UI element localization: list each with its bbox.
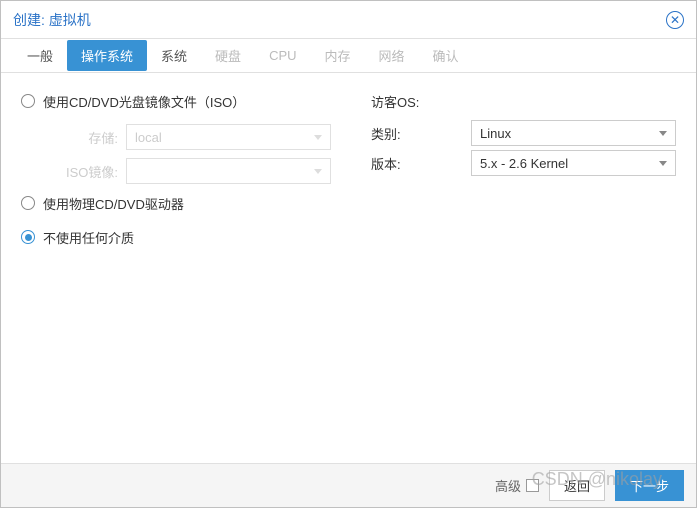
close-icon[interactable]: ✕: [666, 11, 684, 29]
next-button[interactable]: 下一步: [615, 470, 684, 501]
dialog-header: 创建: 虚拟机 ✕: [1, 1, 696, 39]
radio-use-cdrom[interactable]: [21, 196, 35, 210]
chevron-down-icon: [659, 161, 667, 166]
tab-confirm: 确认: [419, 40, 473, 71]
back-button[interactable]: 返回: [549, 470, 605, 501]
radio-use-cdrom-label[interactable]: 使用物理CD/DVD驱动器: [43, 194, 184, 213]
storage-value: local: [135, 130, 162, 145]
dialog-content: 使用CD/DVD光盘镜像文件（ISO） 存储: local ISO镜像: 使用物…: [1, 73, 696, 463]
guest-os-heading: 访客OS:: [371, 89, 676, 113]
advanced-toggle[interactable]: 高级: [495, 476, 539, 495]
storage-select: local: [126, 124, 331, 150]
iso-image-select: [126, 158, 331, 184]
chevron-down-icon: [314, 169, 322, 174]
media-column: 使用CD/DVD光盘镜像文件（ISO） 存储: local ISO镜像: 使用物…: [21, 89, 341, 447]
tab-os[interactable]: 操作系统: [67, 40, 147, 71]
iso-image-label: ISO镜像:: [21, 162, 126, 181]
radio-use-iso-label[interactable]: 使用CD/DVD光盘镜像文件（ISO）: [43, 92, 245, 111]
tab-general[interactable]: 一般: [13, 40, 67, 71]
chevron-down-icon: [314, 135, 322, 140]
tab-disk: 硬盘: [201, 40, 255, 71]
wizard-tabs: 一般 操作系统 系统 硬盘 CPU 内存 网络 确认: [1, 39, 696, 73]
guest-type-select[interactable]: Linux: [471, 120, 676, 146]
tab-system[interactable]: 系统: [147, 40, 201, 71]
radio-use-iso[interactable]: [21, 94, 35, 108]
advanced-checkbox[interactable]: [526, 479, 539, 492]
dialog-title: 创建: 虚拟机: [13, 10, 91, 30]
chevron-down-icon: [659, 131, 667, 136]
guest-os-column: 访客OS: 类别: Linux 版本: 5.x - 2.6 Kernel: [341, 89, 676, 447]
tab-cpu: CPU: [255, 42, 310, 69]
guest-type-label: 类别:: [371, 124, 471, 143]
create-vm-dialog: 创建: 虚拟机 ✕ 一般 操作系统 系统 硬盘 CPU 内存 网络 确认 使用C…: [0, 0, 697, 508]
dialog-footer: 高级 返回 下一步: [1, 463, 696, 507]
tab-memory: 内存: [311, 40, 365, 71]
radio-no-media-label[interactable]: 不使用任何介质: [43, 228, 134, 247]
guest-version-select[interactable]: 5.x - 2.6 Kernel: [471, 150, 676, 176]
advanced-label: 高级: [495, 476, 521, 495]
storage-label: 存储:: [21, 128, 126, 147]
radio-no-media[interactable]: [21, 230, 35, 244]
guest-type-value: Linux: [480, 126, 511, 141]
guest-version-value: 5.x - 2.6 Kernel: [480, 156, 568, 171]
tab-network: 网络: [365, 40, 419, 71]
guest-version-label: 版本:: [371, 154, 471, 173]
